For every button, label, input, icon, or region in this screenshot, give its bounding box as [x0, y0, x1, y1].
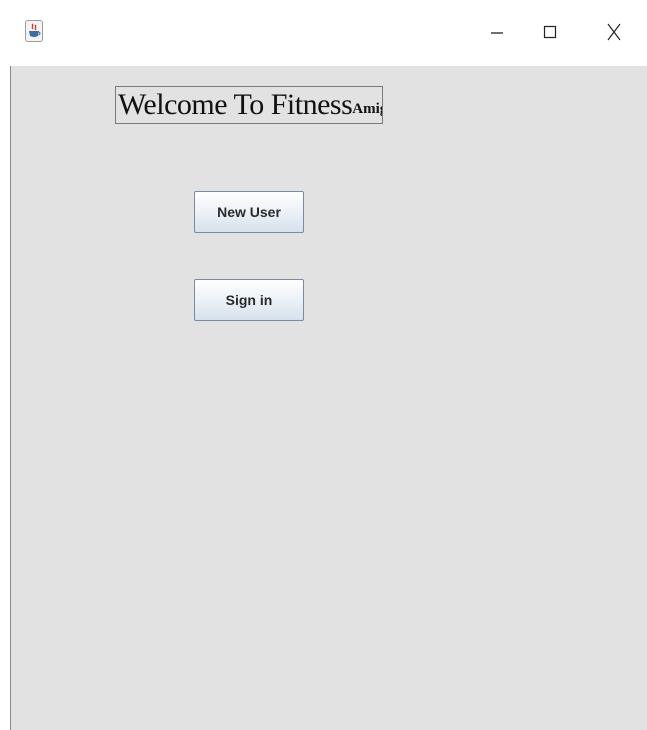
- minimize-icon: [491, 32, 503, 34]
- maximize-button[interactable]: [527, 14, 573, 50]
- welcome-title: Welcome To Fitness: [118, 88, 353, 121]
- sign-in-button[interactable]: Sign in: [194, 279, 304, 321]
- minimize-button[interactable]: [474, 14, 520, 50]
- close-icon: [607, 23, 621, 41]
- new-user-button[interactable]: New User: [194, 191, 304, 233]
- maximize-icon: [543, 25, 557, 39]
- app-window: Welcome To FitnessAmigo New User Sign in: [0, 0, 647, 730]
- content-panel: Welcome To FitnessAmigo New User Sign in: [11, 66, 647, 730]
- title-bar[interactable]: [11, 0, 647, 66]
- close-button[interactable]: [591, 14, 637, 50]
- java-cup-icon[interactable]: [25, 20, 43, 42]
- welcome-suffix: Amigo: [352, 100, 382, 117]
- welcome-label: Welcome To FitnessAmigo: [115, 86, 383, 124]
